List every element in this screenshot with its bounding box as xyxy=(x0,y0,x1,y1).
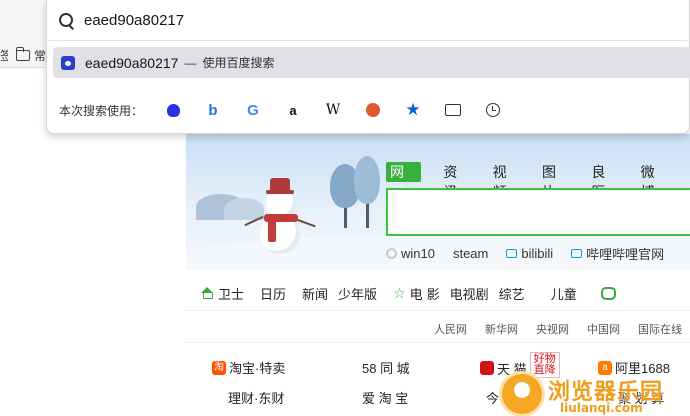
bookmarks-bar: 签 常 xyxy=(0,44,46,66)
search-icon xyxy=(59,12,74,28)
tab-health[interactable]: 良医 xyxy=(591,162,618,200)
address-bar-dropdown: eaed90a80217 eaed90a80217 — 使用百度搜索 本次搜索使… xyxy=(46,0,690,134)
snowman-scarf-tail xyxy=(268,220,276,242)
category-calendar[interactable]: 日历 xyxy=(260,284,286,303)
history-icon[interactable] xyxy=(485,102,501,118)
bilibili-tv-icon xyxy=(506,249,518,258)
hot-link-win10[interactable]: win10 xyxy=(386,246,435,261)
category-kids-edition[interactable]: 少年版 xyxy=(338,284,377,303)
tmall-icon xyxy=(480,361,494,375)
star-icon: ☆ xyxy=(393,284,406,301)
taobao-icon: 淘 xyxy=(212,360,226,375)
news-sites-bar: 人民网 新华网 央视网 中国网 国际在线 xyxy=(186,320,690,338)
tree xyxy=(354,156,380,204)
shortcut-taobao[interactable]: 淘 淘宝·特卖 xyxy=(212,358,285,377)
bookmarks-star-icon[interactable]: ★ xyxy=(405,100,421,119)
shortcut-label: 淘宝·特卖 xyxy=(229,361,286,376)
suggestion-query: eaed90a80217 xyxy=(85,54,179,71)
watermark-url: liulanqi.com xyxy=(560,401,643,415)
tab-video[interactable]: 视频 xyxy=(493,162,520,200)
baidu-paw-icon xyxy=(61,55,75,70)
bookmark-folder-label: 常 xyxy=(34,48,47,63)
search-engine-bar: 本次搜索使用： b G a W ★ xyxy=(47,88,690,132)
shortcut-licai[interactable]: 理财·东财 xyxy=(228,388,284,407)
suggestion-hint: 使用百度搜索 xyxy=(202,56,275,70)
category-movie[interactable]: ☆ 电影 xyxy=(393,284,440,303)
tab-weibo[interactable]: 微博 xyxy=(641,162,668,200)
tab-news[interactable]: 资讯 xyxy=(443,162,470,200)
snowman-hat-brim xyxy=(266,190,294,194)
category-tv-series[interactable]: 电视剧 xyxy=(450,284,489,303)
amazon-icon[interactable]: a xyxy=(285,102,301,118)
site-link-cctv[interactable]: 央视网 xyxy=(536,321,569,337)
site-link-cri[interactable]: 国际在线 xyxy=(638,321,682,337)
category-guard[interactable]: 卫士 xyxy=(200,284,244,303)
site-link-china[interactable]: 中国网 xyxy=(587,321,620,337)
hot-link-label: steam xyxy=(452,246,489,261)
gear-icon xyxy=(386,248,397,259)
search-suggestion-row[interactable]: eaed90a80217 — 使用百度搜索 xyxy=(53,47,690,78)
category-label: 影 xyxy=(426,286,440,302)
shortcut-58[interactable]: 58 同 城 xyxy=(362,358,410,377)
snowman-arm xyxy=(296,218,316,228)
hot-link-label: 哔哩哔哩官网 xyxy=(586,247,665,262)
folder-icon xyxy=(16,46,30,61)
duckduckgo-icon[interactable] xyxy=(365,102,381,118)
page-search-input[interactable] xyxy=(386,188,690,236)
divider xyxy=(186,310,690,311)
bilibili-tv-icon xyxy=(571,249,583,258)
category-label: 卫士 xyxy=(218,286,245,302)
hot-link-label: win10 xyxy=(401,246,435,261)
site-link-people[interactable]: 人民网 xyxy=(434,321,467,337)
hot-link-steam[interactable]: steam xyxy=(453,246,488,261)
hot-search-links: win10 steam bilibili 哔哩哔哩官网 xyxy=(386,244,664,263)
divider xyxy=(47,40,690,41)
category-news[interactable]: 新闻 xyxy=(302,284,328,303)
baidu-icon[interactable] xyxy=(165,102,181,118)
bookmark-folder[interactable]: 常 xyxy=(16,46,47,64)
hot-link-label: bilibili xyxy=(521,246,554,261)
category-bar: 卫士 日历 新闻 少年版 ☆ 电影 电视剧 综艺 儿童 xyxy=(186,280,690,306)
bing-icon[interactable]: b xyxy=(205,102,221,119)
site-watermark: 浏览器乐园 liulanqi.com xyxy=(496,360,690,416)
hot-link-bilibili[interactable]: bilibili xyxy=(506,246,553,261)
hot-link-bilibili-official[interactable]: 哔哩哔哩官网 xyxy=(571,244,664,263)
address-bar[interactable]: eaed90a80217 xyxy=(47,0,690,40)
site-link-xinhua[interactable]: 新华网 xyxy=(485,321,518,337)
divider xyxy=(186,342,690,343)
watermark-logo-icon xyxy=(502,374,542,414)
category-children[interactable]: 儿童 xyxy=(551,284,577,303)
tabs-icon[interactable] xyxy=(445,102,462,118)
google-icon[interactable]: G xyxy=(245,102,261,119)
robot-icon[interactable] xyxy=(600,286,616,300)
engines-label: 本次搜索使用： xyxy=(59,103,144,118)
shortcut-aitaobao[interactable]: 爱 淘 宝 xyxy=(362,388,408,407)
winter-doodle-banner: 网页 资讯 视频 图片 良医 微博 win10 steam bilibili 哔… xyxy=(186,134,690,270)
category-variety[interactable]: 综艺 xyxy=(499,284,525,303)
address-bar-input[interactable]: eaed90a80217 xyxy=(84,12,184,29)
house-icon xyxy=(200,287,214,299)
tab-webpage[interactable]: 网页 xyxy=(386,162,422,200)
bookmark-item[interactable]: 签 xyxy=(0,47,8,64)
category-label: 电 xyxy=(409,286,423,302)
tab-images[interactable]: 图片 xyxy=(542,162,569,200)
suggestion-dash: — xyxy=(184,55,197,70)
wikipedia-icon[interactable]: W xyxy=(325,102,341,118)
search-category-tabs: 网页 资讯 视频 图片 良医 微博 xyxy=(386,162,690,200)
